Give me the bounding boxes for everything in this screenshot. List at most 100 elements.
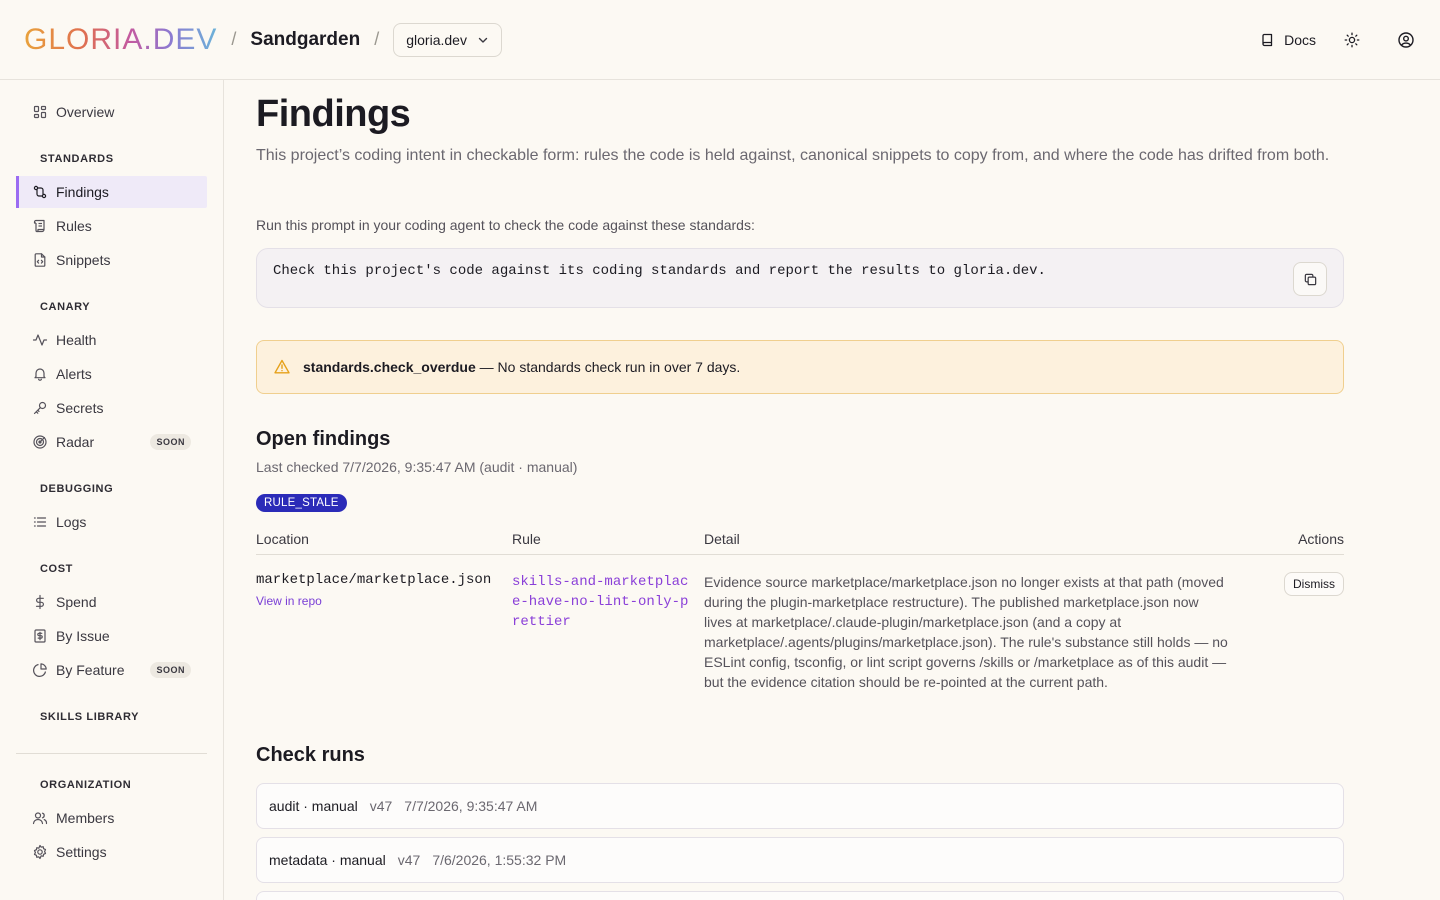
rule-cell: skills-and-marketplace-have-no-lint-only…	[512, 572, 704, 692]
sidebar-item-radar[interactable]: Radar SOON	[16, 426, 207, 458]
sidebar-item-label: Settings	[56, 844, 107, 860]
top-bar: GLORIA.DEV / Sandgarden / gloria.dev Doc…	[0, 0, 1440, 80]
sidebar-item-label: Logs	[56, 514, 87, 530]
sidebar-item-label: Rules	[56, 218, 92, 234]
sidebar-item-by-feature[interactable]: By Feature SOON	[16, 654, 207, 686]
scroll-icon	[33, 219, 45, 233]
page-title: Findings	[256, 93, 411, 135]
section-label-debugging: DEBUGGING	[40, 483, 114, 495]
radar-icon	[33, 435, 47, 449]
column-header-location: Location	[256, 531, 309, 547]
run-time: 7/7/2026, 9:35:47 AM	[404, 798, 538, 814]
column-header-rule: Rule	[512, 531, 541, 547]
sidebar-item-label: Members	[56, 810, 115, 826]
sidebar-item-label: By Issue	[56, 628, 110, 644]
docs-link[interactable]: Docs	[1260, 32, 1316, 48]
sidebar-item-settings[interactable]: Settings	[16, 836, 207, 868]
sidebar-item-secrets[interactable]: Secrets	[16, 392, 207, 424]
check-runs-title: Check runs	[256, 744, 365, 766]
table-row: marketplace/marketplace.json View in rep…	[256, 560, 1344, 692]
detail-cell: Evidence source marketplace/marketplace.…	[704, 572, 1244, 692]
rule-stale-badge: RULE_STALE	[256, 494, 347, 512]
section-label-canary: CANARY	[40, 301, 91, 313]
soon-badge: SOON	[150, 434, 191, 450]
actions-cell: Dismiss	[1244, 572, 1344, 692]
copy-button[interactable]	[1293, 262, 1327, 296]
sidebar-item-label: Findings	[56, 184, 109, 200]
logo-text: GLORIA.DEV	[24, 22, 218, 56]
sidebar-item-rules[interactable]: Rules	[16, 210, 207, 242]
users-icon	[32, 812, 48, 825]
gear-icon	[33, 844, 47, 860]
sidebar-item-alerts[interactable]: Alerts	[16, 358, 207, 390]
copy-icon	[1304, 273, 1316, 285]
last-checked-text: Last checked 7/7/2026, 9:35:47 AM (audit…	[256, 459, 578, 475]
receipt-icon	[34, 629, 46, 643]
check-run-row[interactable]: audit · manual v47 7/7/2026, 9:35:47 AM	[256, 783, 1344, 829]
prompt-text[interactable]: Check this project's code against its co…	[273, 263, 1046, 279]
project-name[interactable]: Sandgarden	[250, 29, 360, 51]
pie-chart-icon	[33, 663, 47, 677]
logo[interactable]: GLORIA.DEV	[24, 22, 218, 56]
sidebar-divider	[16, 753, 207, 754]
sidebar-item-overview[interactable]: Overview	[16, 96, 207, 128]
detail-text: Evidence source marketplace/marketplace.…	[704, 574, 1228, 690]
sidebar-item-label: Secrets	[56, 400, 104, 416]
sidebar-item-label: Snippets	[56, 252, 111, 268]
column-header-actions: Actions	[1298, 531, 1344, 547]
warning-icon	[274, 359, 290, 374]
soon-badge: SOON	[150, 662, 191, 678]
check-run-row[interactable]: metadata · manual v47 7/6/2026, 1:55:32 …	[256, 837, 1344, 883]
org-select-value: gloria.dev	[406, 31, 467, 48]
findings-table-header: Location Rule Detail Actions	[256, 531, 1344, 555]
sidebar-item-findings[interactable]: Findings	[16, 176, 207, 208]
sidebar-item-health[interactable]: Health	[16, 324, 207, 356]
alert-code: standards.check_overdue	[303, 359, 476, 375]
section-label-cost: COST	[40, 563, 73, 575]
bell-icon	[34, 368, 46, 381]
check-run-row-partial[interactable]	[256, 891, 1344, 900]
breadcrumb-separator: /	[231, 29, 237, 49]
dismiss-button[interactable]: Dismiss	[1284, 572, 1344, 596]
org-select[interactable]: gloria.dev	[393, 22, 502, 57]
sidebar-item-logs[interactable]: Logs	[16, 506, 207, 538]
column-header-detail: Detail	[704, 531, 740, 547]
rule-link[interactable]: skills-and-marketplace-have-no-lint-only…	[512, 572, 692, 632]
run-time: 7/6/2026, 1:55:32 PM	[432, 852, 567, 868]
run-name: metadata · manual	[269, 852, 386, 868]
prompt-box[interactable]: Check this project's code against its co…	[256, 248, 1344, 308]
book-icon	[1262, 33, 1273, 46]
overdue-alert: standards.check_overdue — No standards c…	[256, 340, 1344, 394]
key-icon	[33, 401, 47, 415]
view-in-repo-link[interactable]: View in repo	[256, 594, 512, 608]
prompt-hint: Run this prompt in your coding agent to …	[256, 217, 755, 233]
open-findings-title: Open findings	[256, 428, 391, 450]
location-path: marketplace/marketplace.json	[256, 572, 492, 588]
dollar-icon	[35, 594, 44, 610]
sidebar-item-label: Radar	[56, 434, 95, 450]
section-label-organization: ORGANIZATION	[40, 779, 132, 791]
sidebar-item-label: Alerts	[56, 366, 92, 382]
run-name: audit · manual	[269, 798, 358, 814]
sidebar-item-label: Overview	[56, 104, 115, 120]
sidebar-item-by-issue[interactable]: By Issue	[16, 620, 207, 652]
breadcrumb-separator: /	[374, 29, 380, 49]
docs-label: Docs	[1284, 31, 1316, 48]
sidebar-item-members[interactable]: Members	[16, 802, 207, 834]
dashboard-icon	[33, 105, 47, 119]
account-button[interactable]	[1396, 30, 1416, 50]
page-description: This project’s coding intent in checkabl…	[256, 147, 1330, 164]
user-circle-icon	[1398, 31, 1414, 48]
list-icon	[33, 517, 47, 527]
theme-toggle-button[interactable]	[1342, 30, 1362, 50]
activity-icon	[32, 334, 48, 346]
sidebar-item-spend[interactable]: Spend	[16, 586, 207, 618]
sidebar-item-label: Spend	[56, 594, 97, 610]
alert-message: — No standards check run in over 7 days.	[475, 359, 741, 375]
chevron-down-icon	[478, 37, 488, 43]
sidebar-item-label: Health	[56, 332, 97, 348]
sun-icon	[1344, 32, 1360, 47]
file-code-icon	[34, 253, 46, 267]
section-label-skills-library[interactable]: SKILLS LIBRARY	[28, 711, 151, 723]
sidebar-item-snippets[interactable]: Snippets	[16, 244, 207, 276]
